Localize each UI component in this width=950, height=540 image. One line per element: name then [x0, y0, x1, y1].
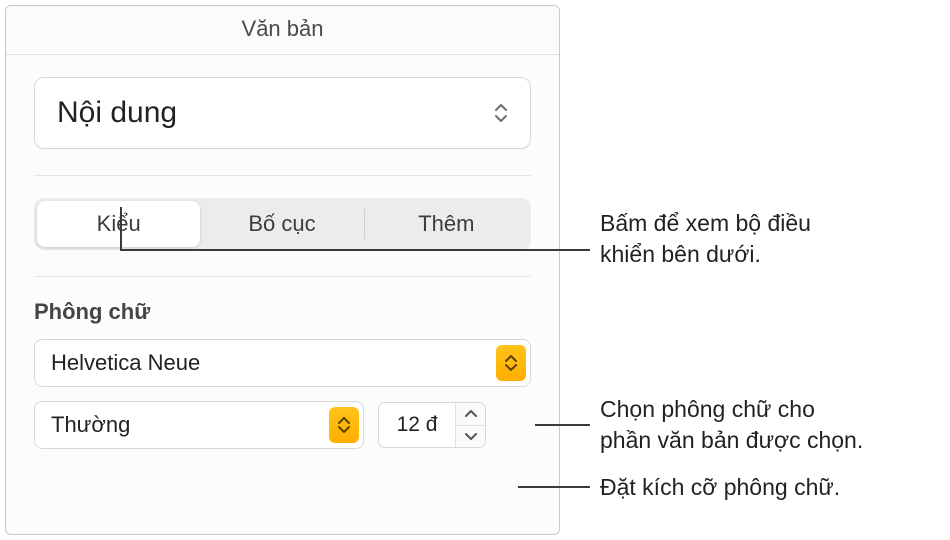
callout-line: [120, 207, 122, 249]
font-size-field: 12 đ: [378, 402, 486, 448]
tab-layout-label: Bố cục: [248, 211, 315, 236]
font-family-popup[interactable]: Helvetica Neue: [34, 339, 531, 387]
tab-layout[interactable]: Bố cục: [200, 201, 363, 247]
font-size-step-down[interactable]: [456, 426, 485, 448]
font-section-label: Phông chữ: [34, 299, 531, 325]
tab-more-label: Thêm: [418, 211, 474, 236]
callout-size-text: Đặt kích cỡ phông chữ.: [600, 474, 840, 500]
callout-font-text: Chọn phông chữ cho phần văn bản được chọ…: [600, 394, 863, 456]
callout-tabs: Bấm để xem bộ điều khiển bên dưới.: [600, 208, 811, 270]
popup-chevron-icon: [329, 407, 359, 443]
panel-body: Nội dung Kiểu Bố cục Thêm Phông chữ Helv…: [6, 55, 559, 449]
callout-font: Chọn phông chữ cho phần văn bản được chọ…: [600, 394, 863, 456]
font-style-popup[interactable]: Thường: [34, 401, 364, 449]
tab-style-label: Kiểu: [97, 211, 141, 236]
popup-chevron-icon: [496, 345, 526, 381]
paragraph-style-select[interactable]: Nội dung: [34, 77, 531, 149]
font-style-value: Thường: [51, 412, 130, 438]
callout-line: [518, 486, 590, 488]
font-size-stepper: [455, 403, 485, 447]
font-row-2: Thường 12 đ: [34, 401, 531, 449]
divider: [34, 276, 531, 277]
panel-title: Văn bản: [6, 6, 559, 55]
callout-line: [535, 424, 590, 426]
tab-style[interactable]: Kiểu: [37, 201, 200, 247]
paragraph-style-label: Nội dung: [57, 96, 177, 130]
font-family-value: Helvetica Neue: [51, 350, 200, 376]
chevron-updown-icon: [494, 104, 508, 122]
callout-tabs-text: Bấm để xem bộ điều khiển bên dưới.: [600, 208, 811, 270]
tab-segmented-control: Kiểu Bố cục Thêm: [34, 198, 531, 250]
font-size-input[interactable]: 12 đ: [379, 403, 455, 447]
text-inspector-panel: Văn bản Nội dung Kiểu Bố cục Thêm Phông …: [5, 5, 560, 535]
divider: [34, 175, 531, 176]
tab-more[interactable]: Thêm: [365, 201, 528, 247]
callout-size: Đặt kích cỡ phông chữ.: [600, 472, 840, 503]
font-size-step-up[interactable]: [456, 403, 485, 426]
callout-line: [120, 249, 590, 251]
